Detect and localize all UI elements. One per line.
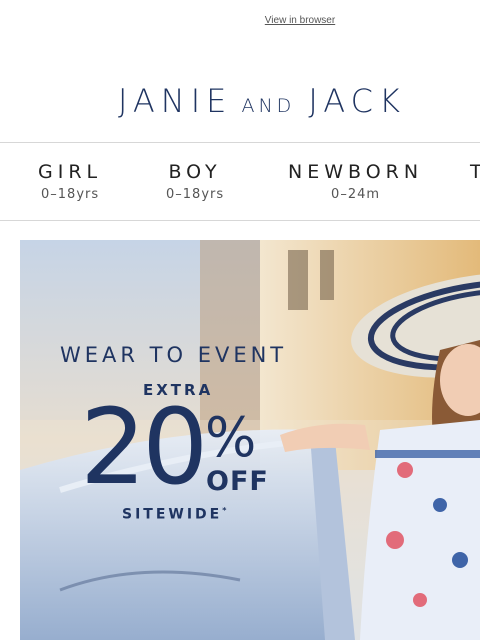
nav-item-label: T <box>470 161 480 183</box>
hero-sitewide-asterisk: * <box>222 506 230 515</box>
hero-sitewide-label: SITEWIDE* <box>122 506 229 523</box>
nav-item-age-range: 0–18yrs <box>41 187 100 202</box>
nav-item-girl[interactable]: GIRL 0–18yrs <box>38 161 102 202</box>
nav-item-boy[interactable]: BOY 0–18yrs <box>166 161 224 202</box>
hero-sitewide-text: SITEWIDE <box>122 506 223 523</box>
hero-headline: WEAR TO EVENT <box>60 343 288 367</box>
hero-off-label: OFF <box>206 466 269 497</box>
brand-logo-word-1: JANIE <box>118 82 233 120</box>
nav-item-label: BOY <box>168 161 222 183</box>
hero-percent-sign: % <box>205 406 257 469</box>
view-in-browser-link[interactable]: View in browser <box>265 15 335 26</box>
nav-item-label: GIRL <box>38 161 103 183</box>
nav-item-truncated[interactable]: T <box>470 161 480 187</box>
nav-item-newborn[interactable]: NEWBORN 0–24m <box>288 161 423 202</box>
brand-logo-word-2: JACK <box>308 82 406 120</box>
brand-logo[interactable]: JANIE AND JACK <box>118 82 406 120</box>
brand-logo-and: AND <box>241 95 296 117</box>
nav-item-age-range: 0–24m <box>331 187 381 202</box>
nav-item-age-range: 0–18yrs <box>166 187 225 202</box>
hero-banner[interactable]: WEAR TO EVENT EXTRA 20 % OFF SITEWIDE* <box>20 240 480 640</box>
view-in-browser-bar: View in browser <box>0 10 480 28</box>
category-nav: GIRL 0–18yrs BOY 0–18yrs NEWBORN 0–24m T <box>0 142 480 221</box>
nav-item-label: NEWBORN <box>288 161 424 183</box>
hero-discount-number: 20 <box>80 386 208 508</box>
